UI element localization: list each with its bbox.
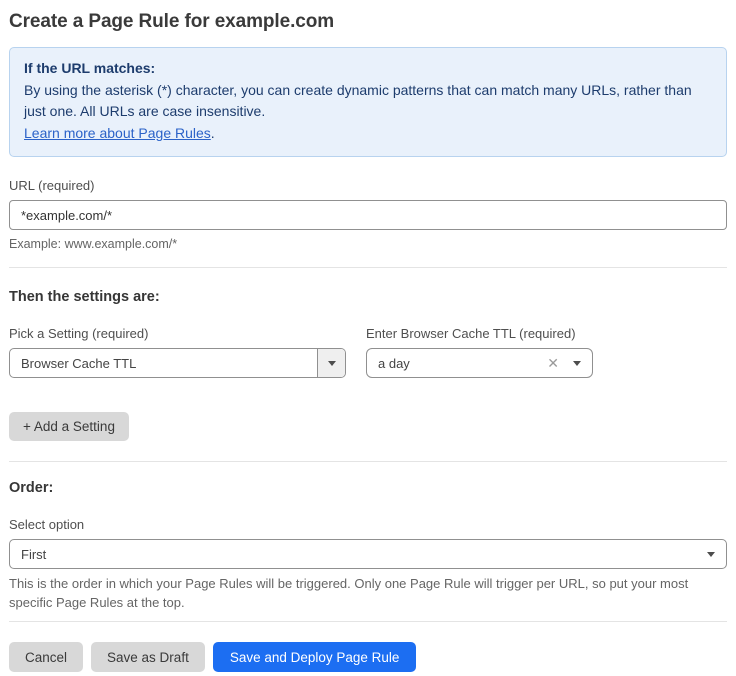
order-select-value: First xyxy=(10,547,707,562)
page-title: Create a Page Rule for example.com xyxy=(9,10,727,34)
ttl-value: a day xyxy=(367,356,547,371)
save-and-deploy-button[interactable]: Save and Deploy Page Rule xyxy=(213,642,417,672)
pick-setting-column: Pick a Setting (required) Browser Cache … xyxy=(9,306,346,378)
divider xyxy=(9,621,727,622)
page-rule-form: Create a Page Rule for example.com If th… xyxy=(0,0,736,676)
pick-setting-select[interactable]: Browser Cache TTL xyxy=(9,348,346,378)
url-match-info-box: If the URL matches: By using the asteris… xyxy=(9,47,727,157)
ttl-select[interactable]: a day ✕ xyxy=(366,348,593,378)
url-field-label: URL (required) xyxy=(9,178,727,194)
settings-section-heading: Then the settings are: xyxy=(9,288,727,306)
info-box-heading: If the URL matches: xyxy=(24,58,712,80)
save-as-draft-button[interactable]: Save as Draft xyxy=(91,642,205,672)
clear-icon[interactable]: ✕ xyxy=(547,356,559,370)
order-section-heading: Order: xyxy=(9,479,727,497)
info-box-body: By using the asterisk (*) character, you… xyxy=(24,80,712,123)
info-box-link-line: Learn more about Page Rules. xyxy=(24,123,712,145)
form-actions: Cancel Save as Draft Save and Deploy Pag… xyxy=(9,642,727,672)
ttl-label: Enter Browser Cache TTL (required) xyxy=(366,326,593,342)
chevron-down-icon xyxy=(707,552,715,557)
select-arrow-button[interactable] xyxy=(317,349,345,377)
divider xyxy=(9,267,727,268)
order-helper-text: This is the order in which your Page Rul… xyxy=(9,574,727,612)
url-input[interactable] xyxy=(9,200,727,230)
divider xyxy=(9,461,727,462)
order-select-label: Select option xyxy=(9,517,727,533)
chevron-down-icon xyxy=(328,361,336,366)
chevron-down-icon xyxy=(573,361,581,366)
pick-setting-label: Pick a Setting (required) xyxy=(9,326,346,342)
link-suffix: . xyxy=(211,125,215,141)
learn-more-link[interactable]: Learn more about Page Rules xyxy=(24,125,211,141)
order-select[interactable]: First xyxy=(9,539,727,569)
ttl-column: Enter Browser Cache TTL (required) a day… xyxy=(366,306,593,378)
url-example-helper: Example: www.example.com/* xyxy=(9,236,727,252)
pick-setting-value: Browser Cache TTL xyxy=(10,356,317,371)
settings-row: Pick a Setting (required) Browser Cache … xyxy=(9,306,727,378)
add-setting-button[interactable]: + Add a Setting xyxy=(9,412,129,441)
cancel-button[interactable]: Cancel xyxy=(9,642,83,672)
